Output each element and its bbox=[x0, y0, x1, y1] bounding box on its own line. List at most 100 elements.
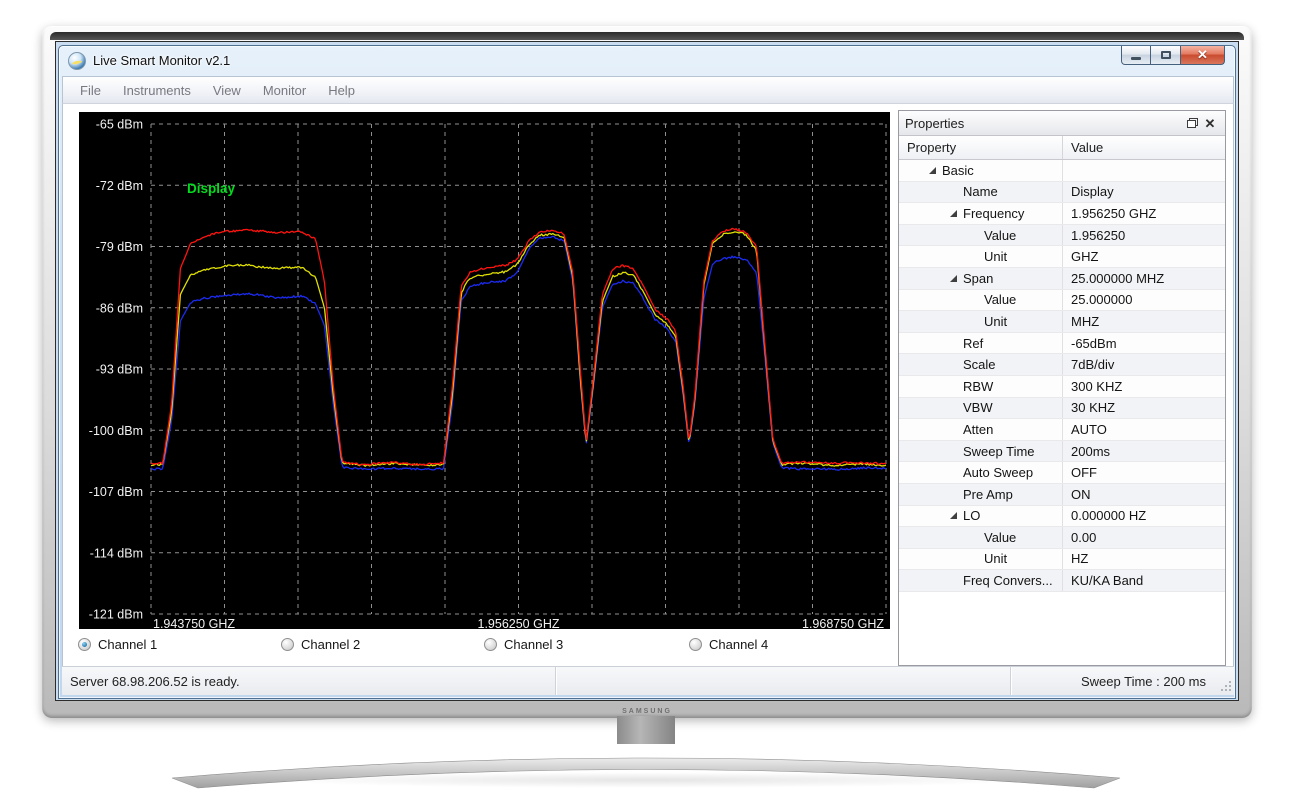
minimize-button[interactable] bbox=[1121, 46, 1151, 65]
float-icon bbox=[1187, 118, 1198, 128]
app-logo-icon bbox=[68, 52, 86, 70]
channel-4-radio[interactable]: Channel 4 bbox=[689, 637, 768, 652]
property-row[interactable]: Freq Convers... KU/KA Band bbox=[899, 570, 1225, 592]
property-row[interactable]: Unit GHZ bbox=[899, 246, 1225, 268]
property-row[interactable]: AttenAUTO bbox=[899, 419, 1225, 441]
y-axis-tick-label: -93 dBm bbox=[96, 363, 143, 377]
resize-grip[interactable] bbox=[1216, 667, 1234, 695]
property-value: GHZ bbox=[1062, 246, 1225, 267]
channel-3-radio[interactable]: Channel 3 bbox=[484, 637, 563, 652]
properties-rows: BasicNameDisplayFrequency1.956250 GHZVal… bbox=[899, 160, 1225, 665]
property-name: Ref bbox=[963, 336, 983, 351]
property-name: Pre Amp bbox=[963, 487, 1013, 502]
menu-item-file[interactable]: File bbox=[69, 79, 112, 102]
expander-icon[interactable] bbox=[929, 167, 936, 174]
spectrum-display: -65 dBm-72 dBm-79 dBm-86 dBm-93 dBm-100 … bbox=[79, 112, 890, 629]
property-row[interactable]: LO0.000000 HZ bbox=[899, 506, 1225, 528]
status-bar: Server 68.98.206.52 is ready. Sweep Time… bbox=[62, 666, 1234, 695]
property-name: Unit bbox=[984, 249, 1007, 264]
property-row[interactable]: Value 0.00 bbox=[899, 527, 1225, 549]
property-name-cell: Value bbox=[899, 225, 1062, 246]
radio-unselected-icon[interactable] bbox=[281, 638, 294, 651]
property-value: ON bbox=[1062, 484, 1225, 505]
property-name: Value bbox=[984, 292, 1016, 307]
channel-bar: Channel 1 Channel 2 Channel 3 Channel 4 bbox=[63, 632, 891, 664]
monitor-bezel: Live Smart Monitor v2.1 ✕ FileInstrume bbox=[42, 26, 1252, 718]
property-name: Value bbox=[984, 530, 1016, 545]
channel-2-radio[interactable]: Channel 2 bbox=[281, 637, 360, 652]
property-value: AUTO bbox=[1062, 419, 1225, 440]
property-name-cell: Value bbox=[899, 290, 1062, 311]
property-value: 0.00 bbox=[1062, 527, 1225, 548]
property-value: 0.000000 HZ bbox=[1062, 506, 1225, 527]
channel-label: Channel 2 bbox=[301, 637, 360, 652]
close-button[interactable]: ✕ bbox=[1181, 46, 1225, 65]
property-name-cell: Name bbox=[899, 182, 1062, 203]
property-name: Scale bbox=[963, 357, 996, 372]
property-row[interactable]: Sweep Time200ms bbox=[899, 441, 1225, 463]
y-axis-tick-label: -72 dBm bbox=[96, 179, 143, 193]
property-value bbox=[1062, 160, 1225, 181]
monitor-stand bbox=[158, 736, 1134, 794]
property-name-cell: Frequency bbox=[899, 203, 1062, 224]
property-row[interactable]: VBW30 KHZ bbox=[899, 398, 1225, 420]
y-axis-tick-label: -65 dBm bbox=[96, 118, 143, 132]
channel-1-radio[interactable]: Channel 1 bbox=[78, 637, 157, 652]
property-row[interactable]: UnitMHZ bbox=[899, 311, 1225, 333]
y-axis-tick-label: -114 dBm bbox=[90, 546, 143, 560]
radio-unselected-icon[interactable] bbox=[689, 638, 702, 651]
properties-title: Properties bbox=[905, 116, 1183, 131]
column-header-property: Property bbox=[899, 136, 1062, 159]
property-row[interactable]: Ref-65dBm bbox=[899, 333, 1225, 355]
property-name: Auto Sweep bbox=[963, 465, 1033, 480]
window-controls: ✕ bbox=[1121, 46, 1225, 65]
property-row[interactable]: Pre Amp ON bbox=[899, 484, 1225, 506]
panel-close-button[interactable]: ✕ bbox=[1201, 115, 1219, 132]
radio-unselected-icon[interactable] bbox=[484, 638, 497, 651]
menu-item-monitor[interactable]: Monitor bbox=[252, 79, 317, 102]
channel-label: Channel 1 bbox=[98, 637, 157, 652]
property-row[interactable]: UnitHZ bbox=[899, 549, 1225, 571]
property-name-cell: Pre Amp bbox=[899, 484, 1062, 505]
panel-close-icon: ✕ bbox=[1205, 117, 1216, 130]
property-name: Sweep Time bbox=[963, 444, 1035, 459]
property-name: Freq Convers... bbox=[963, 573, 1053, 588]
client-area: -65 dBm-72 dBm-79 dBm-86 dBm-93 dBm-100 … bbox=[62, 104, 1234, 668]
menu-item-help[interactable]: Help bbox=[317, 79, 366, 102]
property-name-cell: Value bbox=[899, 527, 1062, 548]
radio-selected-icon[interactable] bbox=[78, 638, 91, 651]
expander-icon[interactable] bbox=[950, 275, 957, 282]
property-row[interactable]: Span25.000000 MHZ bbox=[899, 268, 1225, 290]
property-row[interactable]: Frequency1.956250 GHZ bbox=[899, 203, 1225, 225]
y-axis-tick-label: -79 dBm bbox=[96, 240, 143, 254]
property-name-cell: RBW bbox=[899, 376, 1062, 397]
y-axis-tick-label: -107 dBm bbox=[89, 485, 143, 499]
menu-item-instruments[interactable]: Instruments bbox=[112, 79, 202, 102]
maximize-button[interactable] bbox=[1151, 46, 1181, 65]
property-row[interactable]: Basic bbox=[899, 160, 1225, 182]
expander-icon[interactable] bbox=[950, 210, 957, 217]
spectrum-plot: -65 dBm-72 dBm-79 dBm-86 dBm-93 dBm-100 … bbox=[79, 112, 890, 629]
status-section-sweep: Sweep Time : 200 ms bbox=[1010, 667, 1216, 695]
property-value: KU/KA Band bbox=[1062, 570, 1225, 591]
property-row[interactable]: RBW300 KHZ bbox=[899, 376, 1225, 398]
properties-title-bar: Properties ✕ bbox=[899, 111, 1225, 136]
property-value: 1.956250 bbox=[1062, 225, 1225, 246]
property-name: Name bbox=[963, 184, 998, 199]
y-axis-tick-label: -121 dBm bbox=[89, 608, 143, 622]
menu-item-view[interactable]: View bbox=[202, 79, 252, 102]
property-row[interactable]: Value1.956250 bbox=[899, 225, 1225, 247]
property-row[interactable]: Scale7dB/div bbox=[899, 354, 1225, 376]
property-value: 25.000000 bbox=[1062, 290, 1225, 311]
property-row[interactable]: Name Display bbox=[899, 182, 1225, 204]
float-button[interactable] bbox=[1183, 115, 1201, 132]
property-row[interactable]: Auto SweepOFF bbox=[899, 462, 1225, 484]
title-bar[interactable]: Live Smart Monitor v2.1 ✕ bbox=[59, 46, 1235, 76]
expander-icon[interactable] bbox=[950, 512, 957, 519]
sweep-time-text: Sweep Time : 200 ms bbox=[1081, 674, 1206, 689]
x-axis-tick-label: 1.968750 GHZ bbox=[802, 617, 884, 629]
property-value: Display bbox=[1062, 182, 1225, 203]
property-row[interactable]: Value 25.000000 bbox=[899, 290, 1225, 312]
property-value: 25.000000 MHZ bbox=[1062, 268, 1225, 289]
monitor-top-edge bbox=[50, 32, 1244, 40]
